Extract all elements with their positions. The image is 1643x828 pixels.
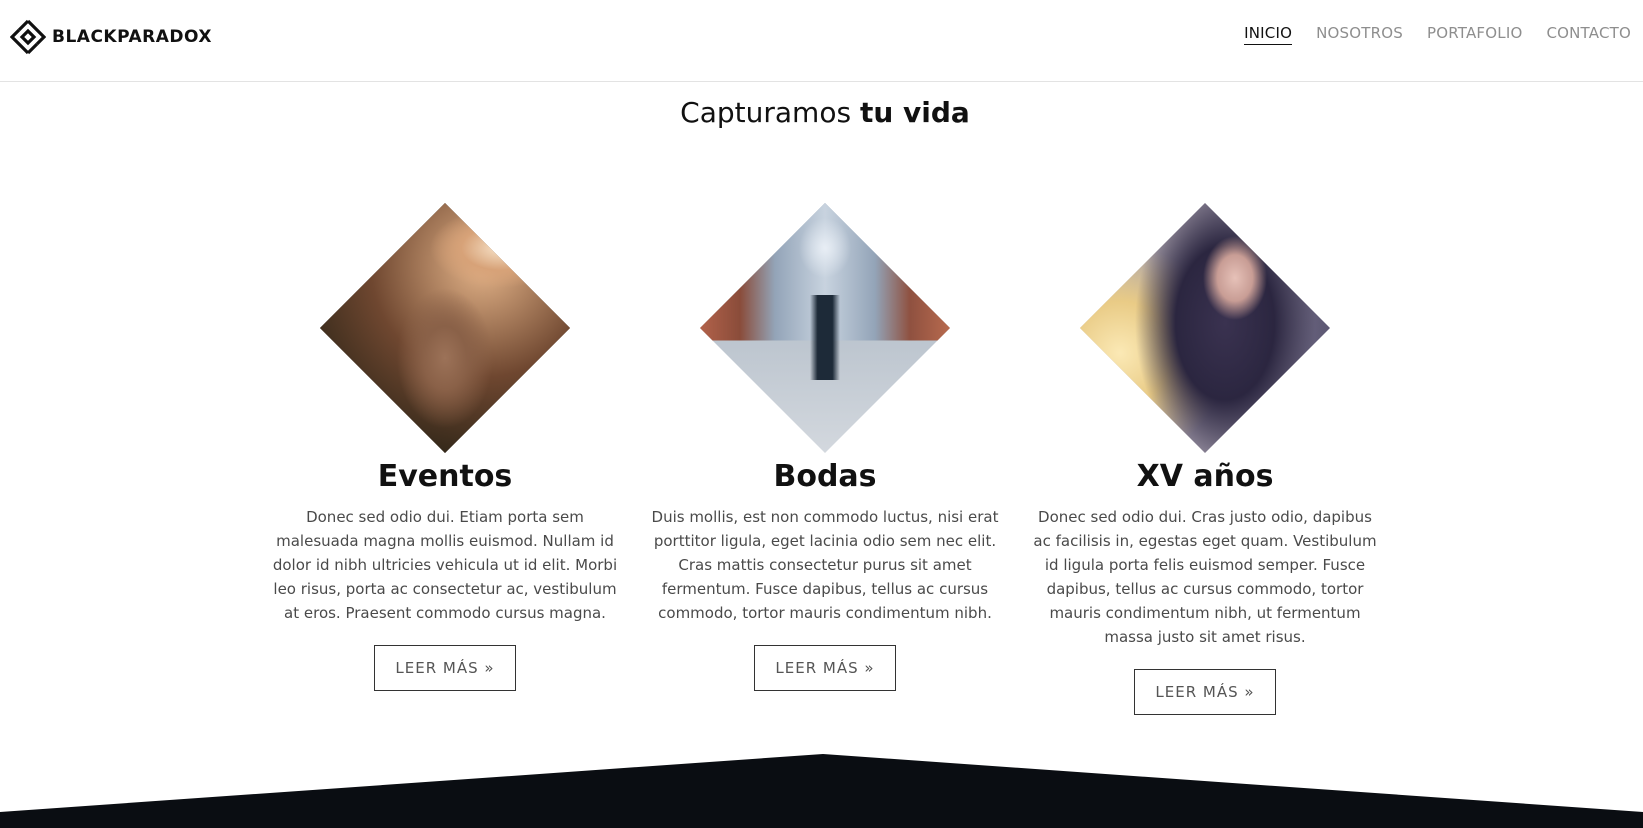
card-description: Donec sed odio dui. Etiam porta sem male… bbox=[272, 508, 618, 622]
brand-name: BLACKPARADOX bbox=[52, 27, 212, 47]
nav-link-portafolio[interactable]: PORTAFOLIO bbox=[1427, 24, 1522, 45]
card-image-frame bbox=[700, 203, 950, 453]
card-title: Bodas bbox=[773, 459, 877, 494]
card-title: Eventos bbox=[377, 459, 513, 494]
card-image-frame bbox=[320, 203, 570, 453]
dog-photo bbox=[320, 203, 570, 453]
nav-link-inicio[interactable]: INICIO bbox=[1244, 24, 1293, 45]
city-street-photo bbox=[700, 203, 950, 453]
section-title-bold: tu vida bbox=[859, 96, 970, 129]
service-card-xv-anos: XV años Donec sed odio dui. Cras justo o… bbox=[1025, 203, 1385, 715]
service-card-bodas: Bodas Duis mollis, est non commodo luctu… bbox=[645, 203, 1005, 691]
card-description: Duis mollis, est non commodo luctus, nis… bbox=[651, 508, 999, 622]
read-more-button[interactable]: LEER MÁS » bbox=[754, 645, 896, 691]
card-title: XV años bbox=[1136, 459, 1274, 494]
nav-link-contacto[interactable]: CONTACTO bbox=[1546, 24, 1631, 45]
service-card-eventos: Eventos Donec sed odio dui. Etiam porta … bbox=[265, 203, 625, 691]
portrait-photo bbox=[1080, 203, 1330, 453]
brand[interactable]: BLACKPARADOX bbox=[10, 18, 212, 56]
card-description: Donec sed odio dui. Cras justo odio, dap… bbox=[1033, 508, 1377, 646]
section-title: Capturamos tu vida bbox=[0, 96, 1643, 129]
top-navbar: BLACKPARADOX INICIO NOSOTROS PORTAFOLIO … bbox=[0, 0, 1643, 82]
read-more-button[interactable]: LEER MÁS » bbox=[374, 645, 516, 691]
main-nav: INICIO NOSOTROS PORTAFOLIO CONTACTO bbox=[1244, 24, 1631, 45]
read-more-button[interactable]: LEER MÁS » bbox=[1134, 669, 1276, 715]
card-image-frame bbox=[1080, 203, 1330, 453]
footer-band bbox=[0, 754, 1643, 828]
diamond-logo-icon bbox=[10, 19, 46, 55]
section-title-normal: Capturamos bbox=[680, 96, 860, 129]
nav-link-nosotros[interactable]: NOSOTROS bbox=[1316, 24, 1403, 45]
